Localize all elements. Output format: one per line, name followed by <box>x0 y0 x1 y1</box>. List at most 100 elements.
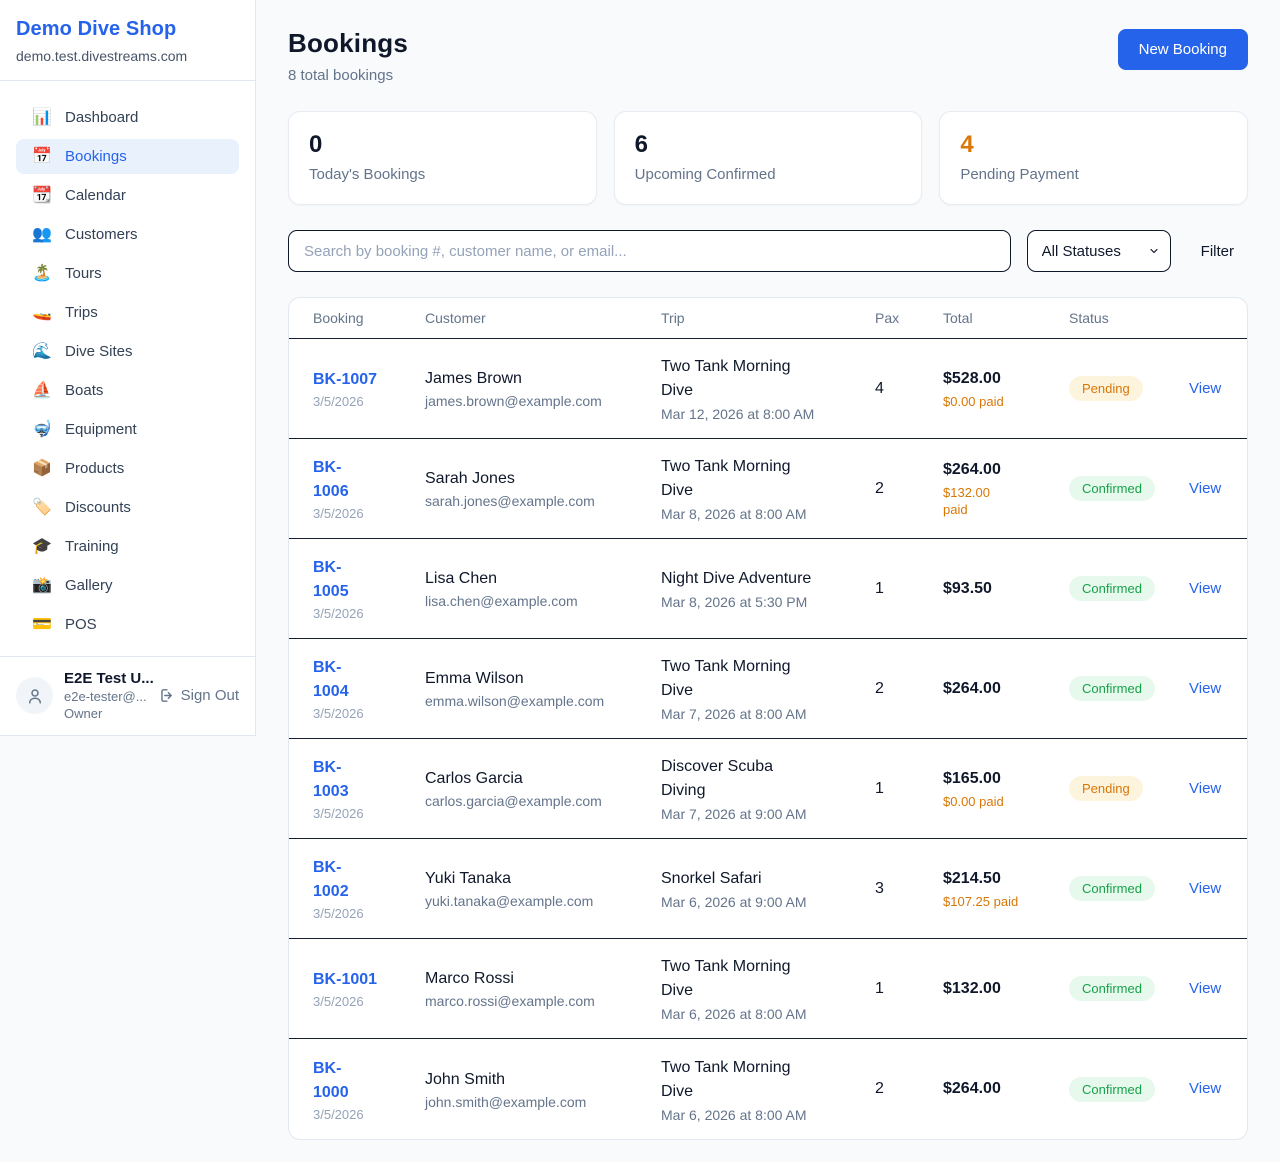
table-row: BK- 1005 3/5/2026 Lisa Chen lisa.chen@ex… <box>289 539 1247 639</box>
brand-domain: demo.test.divestreams.com <box>16 48 239 64</box>
total-amount: $264.00 <box>943 1078 1069 1100</box>
sidebar-item-gallery[interactable]: 📸 Gallery <box>16 568 239 603</box>
search-input[interactable] <box>288 230 1011 272</box>
view-link[interactable]: View <box>1189 880 1221 897</box>
trip-date: Mar 8, 2026 at 5:30 PM <box>661 594 875 610</box>
customer-name: James Brown <box>425 368 661 390</box>
total-amount: $264.00 <box>943 678 1069 700</box>
sidebar-item-dashboard[interactable]: 📊 Dashboard <box>16 100 239 135</box>
pax-count: 1 <box>875 780 943 798</box>
total-amount: $214.50 <box>943 868 1069 890</box>
user-name: E2E Test U... <box>64 670 146 687</box>
brand-block: Demo Dive Shop demo.test.divestreams.com <box>0 0 255 81</box>
customer-name: Carlos Garcia <box>425 768 661 790</box>
pax-count: 2 <box>875 480 943 498</box>
paid-amount: $132.00 paid <box>943 484 1069 518</box>
column-header-trip: Trip <box>661 310 875 326</box>
view-link[interactable]: View <box>1189 480 1221 497</box>
trip-date: Mar 6, 2026 at 8:00 AM <box>661 1107 875 1123</box>
table-row: BK- 1006 3/5/2026 Sarah Jones sarah.jone… <box>289 439 1247 539</box>
table-body: BK-1007 3/5/2026 James Brown james.brown… <box>289 339 1247 1139</box>
customer-name: Sarah Jones <box>425 468 661 490</box>
sidebar-item-training[interactable]: 🎓 Training <box>16 529 239 564</box>
new-booking-button[interactable]: New Booking <box>1118 29 1248 70</box>
table-row: BK- 1004 3/5/2026 Emma Wilson emma.wilso… <box>289 639 1247 739</box>
sign-out-label: Sign Out <box>181 687 239 704</box>
view-link[interactable]: View <box>1189 1080 1221 1097</box>
sidebar-item-boats[interactable]: ⛵ Boats <box>16 373 239 408</box>
user-meta: E2E Test U... e2e-tester@... Owner <box>64 670 146 721</box>
column-header-pax: Pax <box>875 310 943 326</box>
status-select-wrap: All Statuses <box>1027 230 1171 272</box>
booking-id-link[interactable]: BK- 1006 <box>313 456 425 504</box>
sidebar-item-products[interactable]: 📦 Products <box>16 451 239 486</box>
sidebar: Demo Dive Shop demo.test.divestreams.com… <box>0 0 256 736</box>
view-link[interactable]: View <box>1189 580 1221 597</box>
booking-id-link[interactable]: BK-1007 <box>313 368 425 392</box>
pax-count: 4 <box>875 380 943 398</box>
calendar-icon: 📅 <box>32 149 52 165</box>
booking-id-link[interactable]: BK- 1005 <box>313 556 425 604</box>
stat-card-pending-payment: 4 Pending Payment <box>939 111 1248 205</box>
wave-icon: 🌊 <box>32 344 52 360</box>
camera-icon: 📸 <box>32 578 52 594</box>
total-amount: $93.50 <box>943 578 1069 600</box>
customer-email: john.smith@example.com <box>425 1094 661 1110</box>
trip-name: Night Dive Adventure <box>661 567 875 591</box>
user-email: e2e-tester@... <box>64 689 146 704</box>
sidebar-item-trips[interactable]: 🚤 Trips <box>16 295 239 330</box>
booking-date: 3/5/2026 <box>313 606 425 621</box>
table-row: BK- 1003 3/5/2026 Carlos Garcia carlos.g… <box>289 739 1247 839</box>
paid-amount: $107.25 paid <box>943 893 1069 910</box>
filter-button[interactable]: Filter <box>1187 235 1248 268</box>
sidebar-item-customers[interactable]: 👥 Customers <box>16 217 239 252</box>
island-icon: 🏝️ <box>32 266 52 282</box>
stat-value: 4 <box>960 131 1227 159</box>
sidebar-item-equipment[interactable]: 🤿 Equipment <box>16 412 239 447</box>
status-badge: Confirmed <box>1069 876 1155 901</box>
sidebar-item-dive-sites[interactable]: 🌊 Dive Sites <box>16 334 239 369</box>
stat-card-todays-bookings: 0 Today's Bookings <box>288 111 597 205</box>
booking-id-link[interactable]: BK- 1003 <box>313 756 425 804</box>
column-header-status: Status <box>1069 310 1189 326</box>
pax-count: 2 <box>875 680 943 698</box>
trip-date: Mar 6, 2026 at 9:00 AM <box>661 894 875 910</box>
sidebar-item-pos[interactable]: 💳 POS <box>16 607 239 642</box>
sign-out-button[interactable]: Sign Out <box>157 687 239 704</box>
trip-name: Two Tank Morning Dive <box>661 355 875 403</box>
sign-out-icon <box>157 687 174 704</box>
booking-id-link[interactable]: BK- 1000 <box>313 1057 425 1105</box>
brand-name[interactable]: Demo Dive Shop <box>16 18 239 41</box>
customer-email: marco.rossi@example.com <box>425 993 661 1009</box>
view-link[interactable]: View <box>1189 380 1221 397</box>
user-role: Owner <box>64 706 146 721</box>
status-filter-select[interactable]: All Statuses <box>1027 230 1171 272</box>
customer-name: Emma Wilson <box>425 668 661 690</box>
customer-email: yuki.tanaka@example.com <box>425 893 661 909</box>
stat-label: Upcoming Confirmed <box>635 166 902 183</box>
booking-id-link[interactable]: BK- 1002 <box>313 856 425 904</box>
view-link[interactable]: View <box>1189 780 1221 797</box>
customer-name: Marco Rossi <box>425 968 661 990</box>
sidebar-item-bookings[interactable]: 📅 Bookings <box>16 139 239 174</box>
trip-date: Mar 12, 2026 at 8:00 AM <box>661 406 875 422</box>
view-link[interactable]: View <box>1189 980 1221 997</box>
total-amount: $132.00 <box>943 978 1069 1000</box>
sidebar-item-calendar[interactable]: 📆 Calendar <box>16 178 239 213</box>
pax-count: 1 <box>875 580 943 598</box>
customer-name: Yuki Tanaka <box>425 868 661 890</box>
view-link[interactable]: View <box>1189 680 1221 697</box>
label-tag-icon: 🏷️ <box>32 500 52 516</box>
person-icon <box>26 687 44 705</box>
customer-email: emma.wilson@example.com <box>425 693 661 709</box>
booking-date: 3/5/2026 <box>313 506 425 521</box>
trip-date: Mar 6, 2026 at 8:00 AM <box>661 1006 875 1022</box>
booking-date: 3/5/2026 <box>313 394 425 409</box>
app-root: Demo Dive Shop demo.test.divestreams.com… <box>0 0 1280 1162</box>
status-badge: Confirmed <box>1069 1077 1155 1102</box>
bar-chart-icon: 📊 <box>32 110 52 126</box>
sidebar-item-tours[interactable]: 🏝️ Tours <box>16 256 239 291</box>
booking-id-link[interactable]: BK- 1004 <box>313 656 425 704</box>
sidebar-item-discounts[interactable]: 🏷️ Discounts <box>16 490 239 525</box>
booking-id-link[interactable]: BK-1001 <box>313 968 425 992</box>
